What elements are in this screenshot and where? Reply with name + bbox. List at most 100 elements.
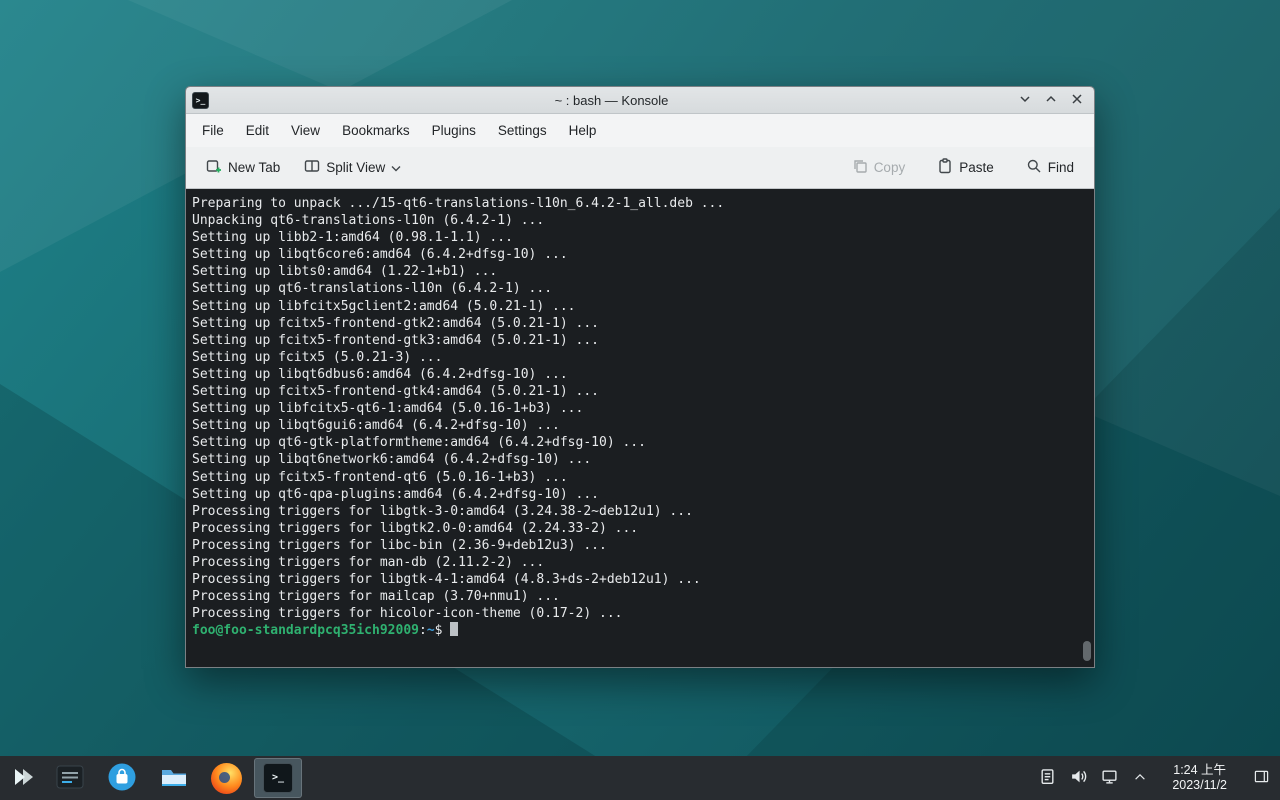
paste-icon bbox=[937, 158, 953, 177]
prompt-separator: : bbox=[419, 623, 427, 638]
terminal-output: Preparing to unpack .../15-qt6-translati… bbox=[192, 195, 1092, 622]
terminal-output-line: Setting up fcitx5-frontend-qt6 (5.0.16-1… bbox=[192, 469, 1092, 486]
close-button[interactable] bbox=[1066, 89, 1088, 111]
minimize-icon bbox=[1019, 93, 1031, 108]
window-titlebar[interactable]: >_ ~ : bash — Konsole bbox=[186, 87, 1094, 114]
copy-label: Copy bbox=[874, 160, 906, 175]
show-desktop-icon bbox=[1254, 769, 1269, 787]
dolphin-button[interactable] bbox=[150, 756, 198, 800]
terminal-output-line: Setting up libqt6network6:amd64 (6.4.2+d… bbox=[192, 451, 1092, 468]
copy-button[interactable]: Copy bbox=[844, 152, 914, 183]
taskbar: >_ bbox=[0, 756, 1280, 800]
menu-item[interactable]: Edit bbox=[235, 118, 280, 143]
clock[interactable]: 1:24 上午 2023/11/2 bbox=[1162, 763, 1237, 793]
terminal-output-line: Processing triggers for man-db (2.11.2-2… bbox=[192, 554, 1092, 571]
display-tray-button[interactable] bbox=[1100, 769, 1118, 787]
new-tab-icon bbox=[206, 158, 222, 177]
terminal-output-line: Setting up fcitx5-frontend-gtk2:amd64 (5… bbox=[192, 315, 1092, 332]
konsole-app-icon: >_ bbox=[192, 92, 209, 109]
split-view-label: Split View bbox=[326, 160, 385, 175]
new-tab-button[interactable]: New Tab bbox=[198, 152, 288, 183]
clipboard-tray-button[interactable] bbox=[1038, 769, 1056, 787]
volume-icon bbox=[1070, 768, 1087, 788]
close-icon bbox=[1071, 93, 1083, 108]
terminal-output-line: Setting up fcitx5-frontend-gtk3:amd64 (5… bbox=[192, 332, 1092, 349]
clock-time: 1:24 上午 bbox=[1172, 763, 1227, 778]
application-launcher-icon bbox=[10, 764, 36, 793]
copy-icon bbox=[852, 158, 868, 177]
window-title: ~ : bash — Konsole bbox=[209, 93, 1014, 108]
terminal-output-line: Processing triggers for hicolor-icon-the… bbox=[192, 605, 1092, 622]
toolbar-right-group: Copy Paste Find bbox=[844, 152, 1082, 183]
menu-item[interactable]: File bbox=[191, 118, 235, 143]
pager-icon bbox=[56, 763, 84, 794]
expand-tray-button[interactable] bbox=[1131, 769, 1149, 787]
menu-item[interactable]: View bbox=[280, 118, 331, 143]
minimize-button[interactable] bbox=[1014, 89, 1036, 111]
chevron-up-icon bbox=[1133, 770, 1147, 787]
discover-icon bbox=[107, 762, 137, 795]
terminal-output-line: Setting up qt6-qpa-plugins:amd64 (6.4.2+… bbox=[192, 486, 1092, 503]
konsole-icon: >_ bbox=[263, 763, 293, 793]
konsole-task-button[interactable]: >_ bbox=[254, 758, 302, 798]
firefox-button[interactable] bbox=[202, 756, 250, 800]
clock-date: 2023/11/2 bbox=[1172, 778, 1227, 793]
terminal-output-line: Processing triggers for libgtk-3-0:amd64… bbox=[192, 503, 1092, 520]
pager-button[interactable] bbox=[46, 756, 94, 800]
terminal-output-line: Setting up qt6-translations-l10n (6.4.2-… bbox=[192, 280, 1092, 297]
search-icon bbox=[1026, 158, 1042, 177]
maximize-button[interactable] bbox=[1040, 89, 1062, 111]
display-icon bbox=[1101, 768, 1118, 788]
terminal-cursor bbox=[450, 622, 458, 636]
system-tray: 1:24 上午 2023/11/2 bbox=[1038, 756, 1280, 800]
terminal-output-line: Setting up fcitx5 (5.0.21-3) ... bbox=[192, 349, 1092, 366]
terminal-output-line: Processing triggers for mailcap (3.70+nm… bbox=[192, 588, 1092, 605]
terminal-output-line: Setting up libb2-1:amd64 (0.98.1-1.1) ..… bbox=[192, 229, 1092, 246]
desktop: >_ ~ : bash — Konsole FileEditViewBookma… bbox=[0, 0, 1280, 800]
find-label: Find bbox=[1048, 160, 1074, 175]
menu-item[interactable]: Bookmarks bbox=[331, 118, 421, 143]
terminal-output-line: Setting up libqt6dbus6:amd64 (6.4.2+dfsg… bbox=[192, 366, 1092, 383]
maximize-icon bbox=[1045, 93, 1057, 108]
scrollbar-thumb[interactable] bbox=[1083, 641, 1091, 661]
firefox-globe bbox=[219, 772, 230, 783]
menu-bar: FileEditViewBookmarksPluginsSettingsHelp bbox=[186, 114, 1094, 147]
paste-label: Paste bbox=[959, 160, 994, 175]
terminal-output-line: Processing triggers for libgtk2.0-0:amd6… bbox=[192, 520, 1092, 537]
folder-icon bbox=[159, 762, 189, 795]
split-view-button[interactable]: Split View bbox=[296, 152, 409, 183]
konsole-window: >_ ~ : bash — Konsole FileEditViewBookma… bbox=[185, 86, 1095, 668]
menu-item[interactable]: Settings bbox=[487, 118, 558, 143]
toolbar: New Tab Split View Copy bbox=[186, 147, 1094, 189]
menu-item[interactable]: Plugins bbox=[421, 118, 487, 143]
terminal-area[interactable]: Preparing to unpack .../15-qt6-translati… bbox=[186, 190, 1094, 667]
terminal-output-line: Setting up libqt6gui6:amd64 (6.4.2+dfsg-… bbox=[192, 417, 1092, 434]
discover-button[interactable] bbox=[98, 756, 146, 800]
terminal-output-line: Processing triggers for libc-bin (2.36-9… bbox=[192, 537, 1092, 554]
show-desktop-button[interactable] bbox=[1250, 756, 1272, 800]
find-button[interactable]: Find bbox=[1018, 152, 1082, 183]
paste-button[interactable]: Paste bbox=[929, 152, 1002, 183]
menu-item[interactable]: Help bbox=[558, 118, 608, 143]
terminal-output-line: Setting up libqt6core6:amd64 (6.4.2+dfsg… bbox=[192, 246, 1092, 263]
terminal-output-line: Setting up libfcitx5-qt6-1:amd64 (5.0.16… bbox=[192, 400, 1092, 417]
prompt-user-host: foo@foo-standardpcq35ich92009 bbox=[192, 623, 419, 638]
split-view-icon bbox=[304, 158, 320, 177]
terminal-output-line: Setting up libts0:amd64 (1.22-1+b1) ... bbox=[192, 263, 1092, 280]
terminal-output-line: Unpacking qt6-translations-l10n (6.4.2-1… bbox=[192, 212, 1092, 229]
application-launcher-button[interactable] bbox=[0, 756, 46, 800]
terminal-output-line: Setting up libfcitx5gclient2:amd64 (5.0.… bbox=[192, 298, 1092, 315]
terminal-output-line: Preparing to unpack .../15-qt6-translati… bbox=[192, 195, 1092, 212]
new-tab-label: New Tab bbox=[228, 160, 280, 175]
chevron-down-icon bbox=[391, 160, 401, 175]
prompt-symbol: $ bbox=[435, 623, 443, 638]
window-controls bbox=[1014, 89, 1088, 111]
terminal-output-line: Setting up fcitx5-frontend-gtk4:amd64 (5… bbox=[192, 383, 1092, 400]
clipboard-icon bbox=[1039, 768, 1056, 788]
terminal-output-line: Processing triggers for libgtk-4-1:amd64… bbox=[192, 571, 1092, 588]
terminal-output-line: Setting up qt6-gtk-platformtheme:amd64 (… bbox=[192, 434, 1092, 451]
terminal-prompt-line: foo@foo-standardpcq35ich92009:~$ bbox=[192, 622, 1092, 639]
prompt-cwd: ~ bbox=[427, 623, 435, 638]
volume-tray-button[interactable] bbox=[1069, 769, 1087, 787]
firefox-icon bbox=[211, 763, 242, 794]
